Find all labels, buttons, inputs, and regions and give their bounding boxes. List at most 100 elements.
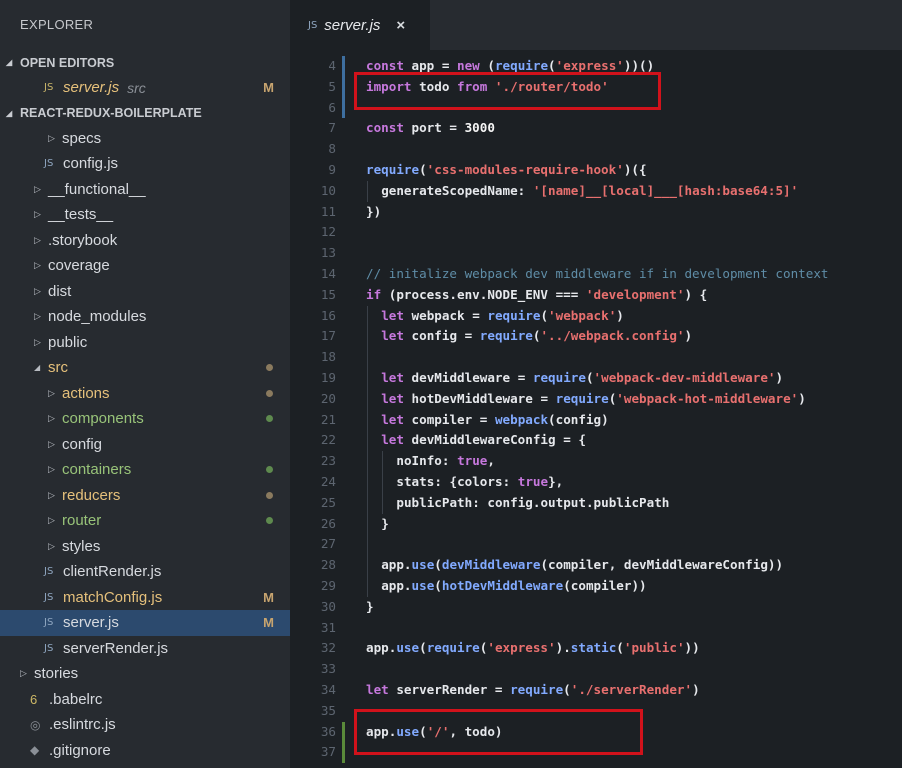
code-line[interactable]: 30}	[290, 597, 902, 618]
explorer-sidebar: EXPLORER ◢ OPEN EDITORS JS server.js src M …	[0, 0, 290, 768]
tree-item-src[interactable]: ◢ src	[0, 355, 290, 381]
js-file-icon: JS	[44, 82, 54, 94]
chevron-right-icon: ▷	[48, 464, 55, 475]
tree-item-matchconfig-js[interactable]: JS matchConfig.js M	[0, 585, 290, 611]
code-token: colors	[457, 473, 503, 489]
code-line[interactable]: 27	[290, 534, 902, 556]
code-line[interactable]: 31	[290, 618, 902, 639]
code-line[interactable]: 11})	[290, 202, 902, 223]
code-token: app.	[381, 557, 412, 573]
git-file-icon: ◆	[30, 743, 40, 758]
tree-item-gitignore[interactable]: ◆ .gitignore	[0, 738, 290, 764]
tree-item-dist[interactable]: ▷ dist	[0, 279, 290, 305]
chevron-right-icon: ▷	[48, 489, 55, 500]
tree-item-label: components	[62, 410, 144, 428]
code-line[interactable]: 34 let serverRender = require('./serverRe…	[290, 680, 902, 701]
git-gutter-marker	[342, 76, 345, 98]
code-text: publicPath: config.output.publicPath	[396, 493, 669, 514]
code-line[interactable]: 33	[290, 659, 902, 680]
code-token: require	[479, 328, 533, 344]
code-line[interactable]: 19 let devMiddleware = require('webpack-d…	[290, 367, 902, 389]
code-token: (	[487, 58, 495, 73]
code-line[interactable]: 10 generateScopedName: '[name]__[local]__…	[290, 180, 902, 202]
code-line[interactable]: 32 app.use(require('express').static('pub…	[290, 638, 902, 659]
code-token: let	[366, 681, 397, 697]
line-number: 25	[320, 494, 336, 510]
code-line[interactable]: 18	[290, 347, 902, 368]
line-number: 21	[320, 411, 336, 427]
code-line[interactable]: 28 app.use(devMiddleware(compiler, devMid…	[290, 555, 902, 576]
tree-item-specs[interactable]: ▷ specs	[0, 126, 290, 152]
code-text: stats: {colors: true},	[396, 472, 563, 493]
code-token: require	[494, 58, 549, 73]
tree-item-public[interactable]: ▷ public	[0, 330, 290, 356]
code-text: app.use(require('express').static('publi…	[366, 638, 700, 659]
tree-item-actions[interactable]: ▷ actions	[0, 381, 290, 407]
git-status-dot	[266, 415, 273, 423]
code-line[interactable]: 23 noInfo: true,	[290, 451, 902, 472]
tree-item-server-js[interactable]: JS server.js M	[0, 610, 290, 636]
indent-guide	[367, 409, 368, 431]
code-text: })	[366, 202, 381, 223]
code-line[interactable]: 12	[290, 222, 902, 243]
tree-item-eslintrc-js[interactable]: ◎ .eslintrc.js	[0, 712, 290, 738]
code-text: }	[381, 514, 389, 535]
highlight-box-import	[354, 72, 661, 110]
open-editor-item[interactable]: JS server.js src M	[0, 75, 290, 101]
code-editor[interactable]: 4 const app = new (require('express'))() 5…	[290, 56, 902, 764]
close-icon[interactable]: ×	[396, 17, 405, 34]
code-text: noInfo: true,	[396, 451, 495, 472]
line-number: 11	[320, 203, 336, 219]
tree-item-reducers[interactable]: ▷ reducers	[0, 483, 290, 509]
tab-server-js[interactable]: JS server.js ×	[290, 0, 430, 50]
tree-item-clientrender-js[interactable]: JS clientRender.js	[0, 559, 290, 585]
indent-guide	[367, 492, 368, 514]
tree-item-node-modules[interactable]: ▷ node_modules	[0, 304, 290, 330]
line-number: 23	[320, 453, 336, 469]
code-token: webpack	[494, 411, 549, 427]
tree-item-label: actions	[62, 384, 110, 402]
code-token: app	[411, 58, 442, 73]
tree-item-coverage[interactable]: ▷ coverage	[0, 253, 290, 279]
code-line[interactable]: 14 // initalize webpack dev middleware if…	[290, 264, 902, 285]
tree-item-serverrender-js[interactable]: JS serverRender.js	[0, 636, 290, 662]
code-token: let	[381, 411, 412, 427]
code-line[interactable]: 15 if (process.env.NODE_ENV === 'developm…	[290, 285, 902, 306]
git-status-badge: M	[263, 615, 274, 631]
chevron-right-icon: ▷	[48, 132, 55, 143]
tree-item-config-js[interactable]: JS config.js	[0, 151, 290, 177]
code-token: let	[381, 328, 412, 344]
code-line[interactable]: 7 const port = 3000	[290, 118, 902, 139]
tree-item-containers[interactable]: ▷ containers	[0, 457, 290, 483]
project-header[interactable]: ◢ REACT-REDUX-BOILERPLATE	[0, 101, 290, 126]
tree-item-styles[interactable]: ▷ styles	[0, 534, 290, 560]
code-line[interactable]: 9 require('css-modules-require-hook')({	[290, 160, 902, 181]
tree-item-label: clientRender.js	[63, 563, 162, 581]
tree-item-config[interactable]: ▷ config	[0, 432, 290, 458]
open-editors-header[interactable]: ◢ OPEN EDITORS	[0, 50, 290, 75]
code-line[interactable]: 16 let webpack = require('webpack')	[290, 305, 902, 327]
code-line[interactable]: 17 let config = require('../webpack.confi…	[290, 326, 902, 348]
code-line[interactable]: 26}	[290, 513, 902, 535]
tree-item-label: styles	[62, 537, 101, 555]
code-line[interactable]: 8	[290, 139, 902, 160]
code-line[interactable]: 20 let hotDevMiddleware = require('webpac…	[290, 388, 902, 410]
code-line[interactable]: 25 publicPath: config.output.publicPath	[290, 492, 902, 514]
code-token: : {	[434, 473, 458, 489]
tree-item-babelrc[interactable]: 6 .babelrc	[0, 687, 290, 713]
tree-item-stories[interactable]: ▷ stories	[0, 661, 290, 687]
code-line[interactable]: 24 stats: {colors: true},	[290, 471, 902, 493]
code-line[interactable]: 29 app.use(hotDevMiddleware(compiler))	[290, 575, 902, 597]
code-line[interactable]: 22 let devMiddlewareConfig = {	[290, 430, 902, 452]
code-line[interactable]: 13	[290, 243, 902, 264]
tree-item-storybook[interactable]: ▷ .storybook	[0, 228, 290, 254]
code-token: =	[517, 369, 533, 385]
tree-item-functional[interactable]: ▷ __functional__	[0, 177, 290, 203]
code-line[interactable]: 21 let compiler = webpack(config)	[290, 409, 902, 431]
tree-item-tests[interactable]: ▷ __tests__	[0, 202, 290, 228]
tree-item-components[interactable]: ▷ components	[0, 406, 290, 432]
code-token: 'express'	[487, 640, 556, 656]
tree-item-router[interactable]: ▷ router	[0, 508, 290, 534]
line-number: 22	[320, 432, 336, 448]
code-token: hotDevMiddleware	[411, 390, 541, 406]
